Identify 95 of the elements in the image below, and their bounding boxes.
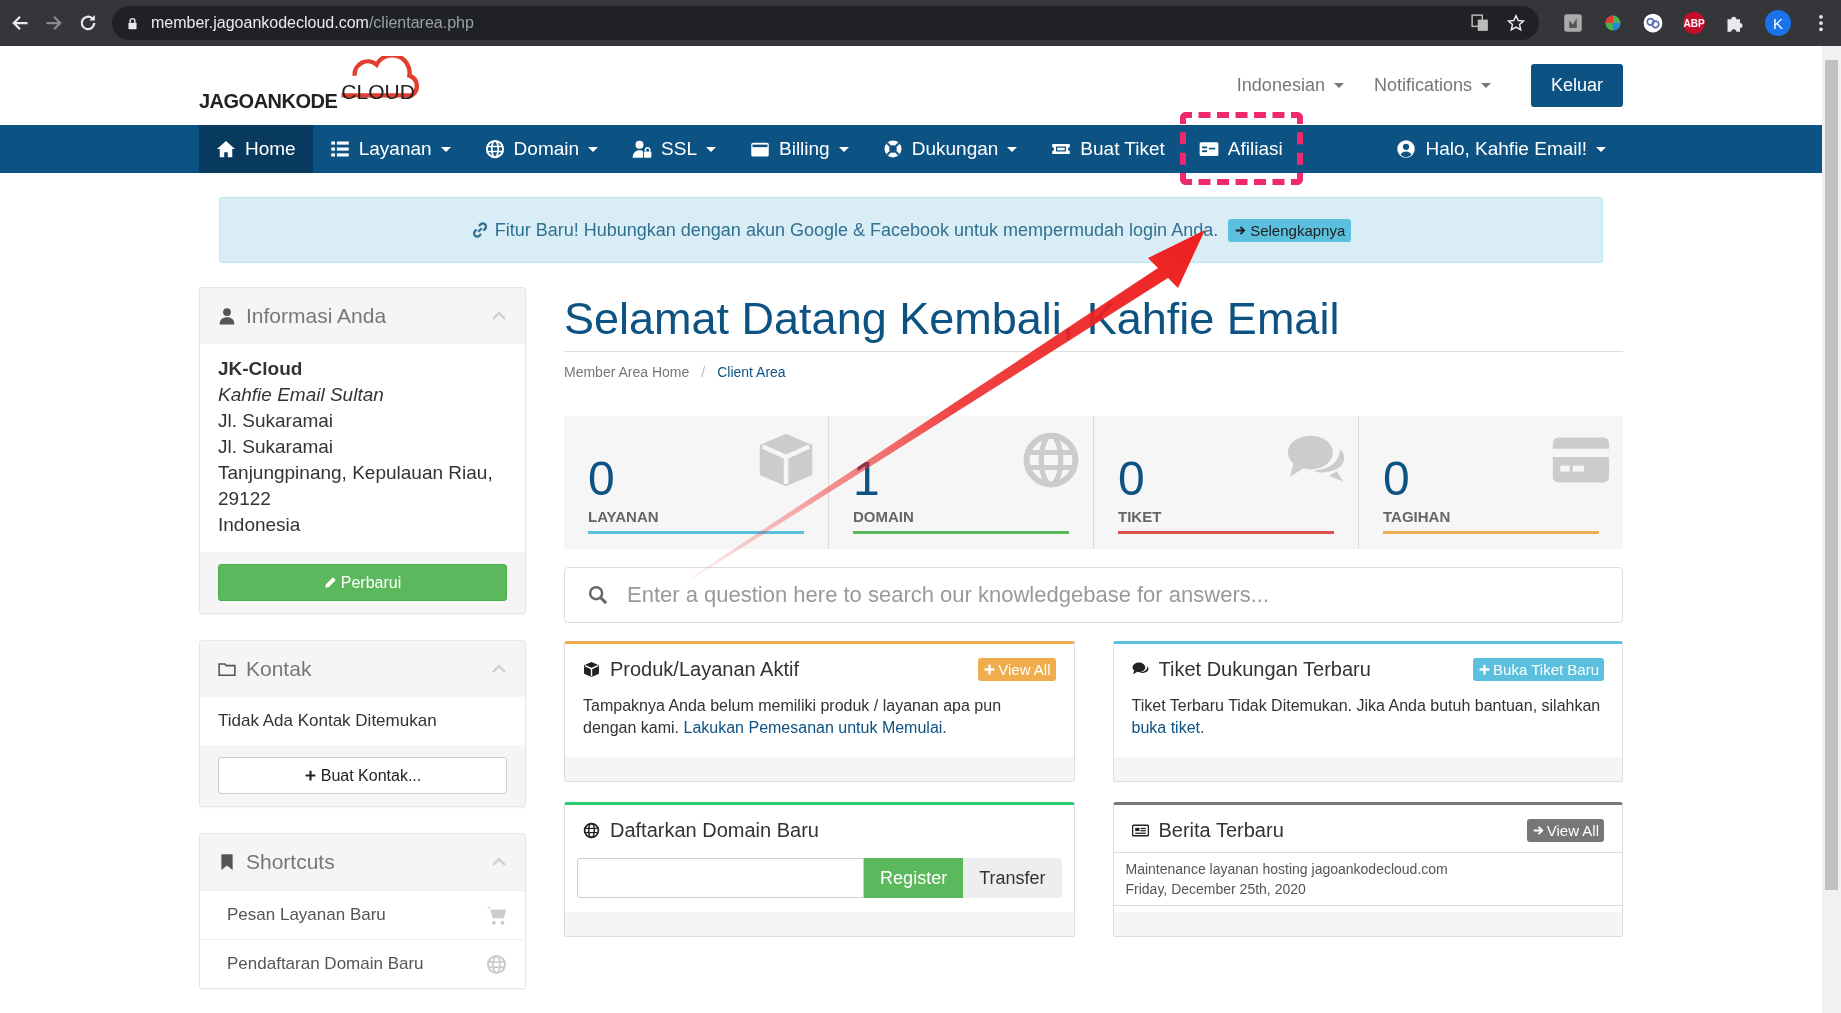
card-message: Tiket Terbaru Tidak Ditemukan. Jika Anda butuh bantuan, silahkan buka tiket. (1131, 696, 1602, 738)
card-title: Berita Terbaru (1158, 819, 1285, 842)
address-line: Indonesia (218, 513, 302, 537)
card-link[interactable]: buka tiket (1131, 719, 1200, 736)
stat-label[interactable]: TAGIHAN (1383, 508, 1599, 525)
caret-icon (588, 146, 599, 152)
link-icon (470, 221, 489, 239)
url-text: member.jagoankodecloud.com/clientarea.php (151, 14, 475, 32)
globe-icon (1021, 430, 1081, 490)
shortcut-item[interactable]: Pendaftaran Domain Baru (200, 939, 525, 988)
translate-icon[interactable] (1471, 14, 1489, 32)
news-date: Friday, December 25th, 2020 (1125, 880, 1307, 899)
caret-icon (1007, 146, 1018, 152)
address-line: Tanjungpinang, Kepulauan Riau, 29122 (218, 461, 494, 511)
panel-title: Kontak (246, 657, 313, 681)
company-name: JK-Cloud (218, 357, 304, 381)
bookmark-icon (218, 853, 236, 871)
caret-icon (440, 146, 451, 152)
stat-label[interactable]: LAYANAN (588, 508, 804, 525)
reload-icon[interactable] (78, 13, 98, 33)
user-icon (218, 307, 236, 325)
knowledgebase-search-field[interactable]: Enter a question here to search our knowledgebase for answers... (564, 567, 1623, 623)
globe-icon (484, 139, 505, 159)
arrow-icon (1531, 824, 1545, 837)
star-icon[interactable] (1507, 14, 1525, 32)
empty-message: Tidak Ada Kontak Ditemukan (218, 711, 437, 730)
stat-value: 0 (588, 456, 615, 502)
stat-value: 0 (1383, 456, 1410, 502)
plus-icon (983, 663, 997, 676)
user-circle-icon (1396, 139, 1417, 159)
address-line: Jl. Sukaramai (218, 435, 335, 459)
extension-icon[interactable] (1563, 13, 1583, 33)
home-icon (216, 139, 236, 159)
nav-item[interactable]: Buat Tiket (1034, 125, 1182, 173)
shortcut-item[interactable]: Pesan Layanan Baru (200, 890, 525, 939)
plus-icon (1478, 663, 1492, 676)
breadcrumb-link[interactable]: Client Area (717, 364, 786, 380)
add-contact-button[interactable]: Buat Kontak... (218, 757, 507, 794)
header-dropdown-link[interactable]: Notifications (1373, 75, 1491, 96)
cart-icon (486, 904, 507, 926)
list-icon (329, 139, 350, 159)
stat-value: 0 (1118, 456, 1145, 502)
caret-icon (838, 146, 849, 152)
card-link[interactable]: Lakukan Pemesanan untuk Memulai (683, 719, 943, 736)
forward-icon[interactable] (44, 13, 64, 33)
nav-item[interactable]: Dukungan (865, 125, 1035, 173)
nav-item[interactable]: Billing (733, 125, 866, 173)
link-icon[interactable] (1643, 13, 1663, 33)
adblock-badge[interactable]: ABP (1683, 12, 1705, 34)
profile-avatar[interactable]: K (1765, 10, 1791, 36)
scrollbar[interactable] (1822, 46, 1841, 1013)
lifebuoy-icon (882, 139, 903, 159)
nav-item[interactable]: Domain (467, 125, 616, 173)
stat-value: 1 (853, 456, 880, 502)
globe-icon (486, 953, 507, 975)
stat-label[interactable]: DOMAIN (853, 508, 1069, 525)
nav-item[interactable]: Layanan (312, 125, 468, 173)
panel-title: Shortcuts (246, 850, 336, 874)
client-name: Kahfie Email Sultan (218, 383, 385, 407)
stat-label[interactable]: TIKET (1118, 508, 1334, 525)
id-card-icon (1198, 139, 1219, 159)
logout-button[interactable]: Keluar (1530, 64, 1623, 107)
caret-icon (1596, 146, 1606, 152)
news-item[interactable]: Maintenance layanan hosting jagoankodecloud.com Friday, December 25th, 2020 (1113, 852, 1622, 906)
folder-icon (218, 660, 236, 678)
pencil-icon (323, 576, 337, 589)
nav-item[interactable]: Halo, Kahfie Email! (1379, 125, 1623, 173)
plus-icon (303, 769, 317, 782)
address-bar[interactable]: member.jagoankodecloud.com/clientarea.php (112, 6, 1539, 40)
learn-more-button[interactable]: Selengkapnya (1228, 218, 1352, 242)
newspaper-icon (1131, 822, 1149, 839)
card-title: Produk/Layanan Aktif (610, 658, 800, 681)
card-title: Daftarkan Domain Baru (610, 819, 820, 842)
cube-icon (583, 661, 600, 678)
card-message: Tampaknya Anda belum memiliki produk / layanan apa pun dengan kami. Lakukan Pemesanan untuk Memulai. (583, 696, 1003, 738)
user-lock-icon (632, 139, 653, 159)
nav-item[interactable]: Home (199, 125, 313, 173)
news-title: Maintenance layanan hosting jagoankodecloud.com (1125, 860, 1449, 879)
nav-item[interactable]: SSL (615, 125, 733, 173)
breadcrumb-link[interactable]: Member Area Home (564, 364, 690, 380)
domain-input-field[interactable] (577, 858, 865, 898)
lock-icon (126, 16, 139, 30)
transfer-button[interactable]: Transfer (963, 858, 1062, 898)
address-line: Jl. Sukaramai (218, 409, 335, 433)
search-icon (588, 585, 608, 605)
header-dropdown-link[interactable]: Indonesian (1236, 75, 1344, 96)
card-title: Tiket Dukungan Terbaru (1158, 658, 1372, 681)
back-icon[interactable] (10, 13, 30, 33)
breadcrumb-separator: / (701, 364, 706, 380)
globe-icon (583, 822, 600, 839)
extension-icon[interactable] (1603, 13, 1623, 33)
panel-title: Informasi Anda (246, 304, 388, 328)
card-action-button[interactable]: View All (1526, 819, 1604, 842)
nav-item[interactable]: Afiliasi (1181, 125, 1300, 173)
caret-icon (706, 146, 716, 152)
